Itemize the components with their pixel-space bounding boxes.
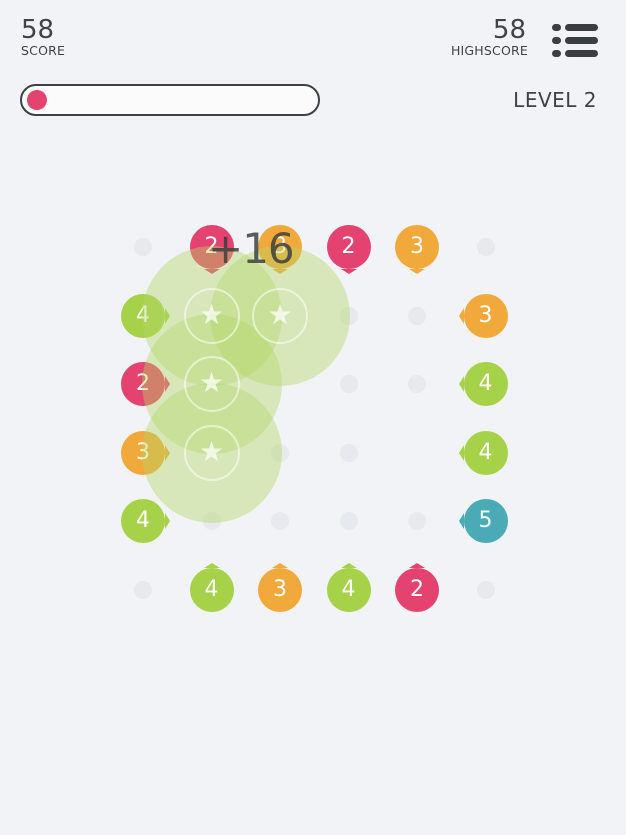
empty-cell-dot: [134, 580, 152, 599]
number-tile[interactable]: 2: [395, 567, 439, 612]
star-icon: ★: [267, 297, 293, 331]
number-tile[interactable]: 2: [326, 225, 371, 269]
tile-direction-pointer: [458, 376, 464, 392]
tile-direction-pointer: [458, 307, 464, 324]
tile-direction-pointer: [458, 444, 464, 461]
number-tile[interactable]: 4: [189, 567, 234, 612]
number-tile[interactable]: 4: [121, 499, 165, 543]
tile-direction-pointer: [165, 513, 170, 529]
number-tile[interactable]: 5: [463, 499, 508, 543]
empty-cell-dot: [408, 512, 426, 530]
empty-cell-dot: [271, 512, 289, 530]
number-tile[interactable]: 4: [326, 567, 371, 612]
empty-cell-dot: [476, 238, 495, 256]
empty-cell-dot: [476, 580, 495, 599]
star-icon: ★: [198, 297, 225, 331]
number-tile[interactable]: 3: [463, 293, 508, 338]
empty-cell-dot: [408, 375, 426, 393]
floating-points: +16: [208, 224, 295, 273]
tile-direction-pointer: [272, 562, 288, 568]
number-tile[interactable]: 3: [395, 225, 439, 269]
game-board: 2 3 2 3 4 3 2 4 3 4 4 5 4 3 4 2 ★ ★ ★ ★: [0, 0, 626, 835]
number-tile[interactable]: 4: [463, 430, 508, 475]
empty-cell-dot: [339, 375, 358, 393]
tile-direction-pointer: [340, 269, 357, 274]
tile-direction-pointer: [203, 562, 220, 568]
star-icon: ★: [198, 434, 225, 468]
tile-direction-pointer: [409, 562, 425, 568]
empty-cell-dot: [134, 238, 152, 256]
tile-direction-pointer: [340, 562, 357, 568]
tile-direction-pointer: [458, 513, 464, 529]
number-tile[interactable]: 3: [258, 567, 302, 612]
tile-direction-pointer: [409, 269, 425, 274]
empty-cell-dot: [339, 443, 358, 462]
number-tile[interactable]: 4: [463, 362, 508, 406]
empty-cell-dot: [408, 306, 426, 325]
star-icon: ★: [198, 366, 225, 399]
empty-cell-dot: [339, 512, 358, 530]
